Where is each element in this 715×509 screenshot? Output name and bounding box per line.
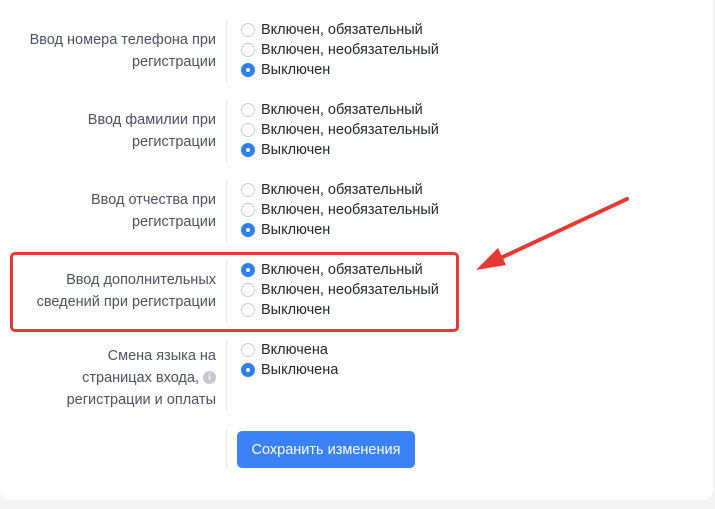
label-line: Ввод отчества при <box>91 192 216 208</box>
radio-label: Выключен <box>261 62 331 78</box>
radio-button[interactable] <box>241 103 255 117</box>
setting-label: Смена языка на страницах входа, i регистр… <box>16 345 216 411</box>
radio-group: Включен, обязательный Включен, необязате… <box>241 100 439 160</box>
radio-option[interactable]: Включен, обязательный <box>241 180 439 200</box>
divider <box>226 100 227 162</box>
radio-label: Включен, обязательный <box>261 102 423 118</box>
radio-group: Включен, обязательный Включен, необязате… <box>241 180 439 240</box>
radio-button[interactable] <box>241 203 255 217</box>
radio-label: Включен, обязательный <box>261 182 423 198</box>
radio-option[interactable]: Выключен <box>241 60 439 80</box>
radio-option[interactable]: Включен, необязательный <box>241 120 439 140</box>
radio-button[interactable] <box>241 43 255 57</box>
divider <box>226 340 227 410</box>
label-line: Смена языка на <box>107 348 216 364</box>
radio-label: Включен, необязательный <box>261 202 439 218</box>
radio-option[interactable]: Включен, необязательный <box>241 40 439 60</box>
radio-button[interactable] <box>241 23 255 37</box>
radio-button[interactable] <box>241 343 255 357</box>
radio-button-selected[interactable] <box>241 363 255 377</box>
radio-option[interactable]: Включен, обязательный <box>241 20 439 40</box>
radio-button-selected[interactable] <box>241 223 255 237</box>
label-line: Ввод номера телефона при <box>29 32 216 48</box>
radio-option[interactable]: Включен, обязательный <box>241 100 439 120</box>
setting-label: Ввод номера телефона при регистрации <box>16 29 216 73</box>
radio-label: Выключен <box>261 222 331 238</box>
divider <box>226 180 227 242</box>
radio-group: Включена Выключена <box>241 340 338 380</box>
radio-label: Включена <box>261 342 328 358</box>
label-line: регистрации и оплаты <box>66 392 216 408</box>
settings-card: Ввод номера телефона при регистрации Вкл… <box>0 0 713 500</box>
radio-button-selected[interactable] <box>241 143 255 157</box>
setting-label: Ввод фамилии при регистрации <box>16 109 216 153</box>
radio-option[interactable]: Включен, необязательный <box>241 200 439 220</box>
radio-label: Выключена <box>261 362 339 378</box>
radio-button[interactable] <box>241 183 255 197</box>
radio-button-selected[interactable] <box>241 63 255 77</box>
radio-option[interactable]: Выключен <box>241 220 439 240</box>
highlight-box <box>10 252 459 332</box>
label-line: страницах входа, <box>82 370 199 386</box>
radio-option[interactable]: Включена <box>241 340 338 360</box>
radio-label: Включен, обязательный <box>261 22 423 38</box>
radio-label: Включен, необязательный <box>261 42 439 58</box>
label-line: Ввод фамилии при <box>87 112 216 128</box>
radio-option[interactable]: Выключен <box>241 140 439 160</box>
divider <box>226 430 227 468</box>
setting-label: Ввод отчества при регистрации <box>16 189 216 233</box>
radio-label: Выключен <box>261 142 331 158</box>
radio-label: Включен, необязательный <box>261 122 439 138</box>
save-changes-button[interactable]: Сохранить изменения <box>237 431 415 468</box>
label-line: регистрации <box>131 214 216 230</box>
label-line: регистрации <box>131 54 216 70</box>
divider <box>226 20 227 82</box>
label-line: регистрации <box>131 134 216 150</box>
radio-button[interactable] <box>241 123 255 137</box>
radio-option[interactable]: Выключена <box>241 360 338 380</box>
info-icon[interactable]: i <box>203 370 216 384</box>
radio-group: Включен, обязательный Включен, необязате… <box>241 20 439 80</box>
